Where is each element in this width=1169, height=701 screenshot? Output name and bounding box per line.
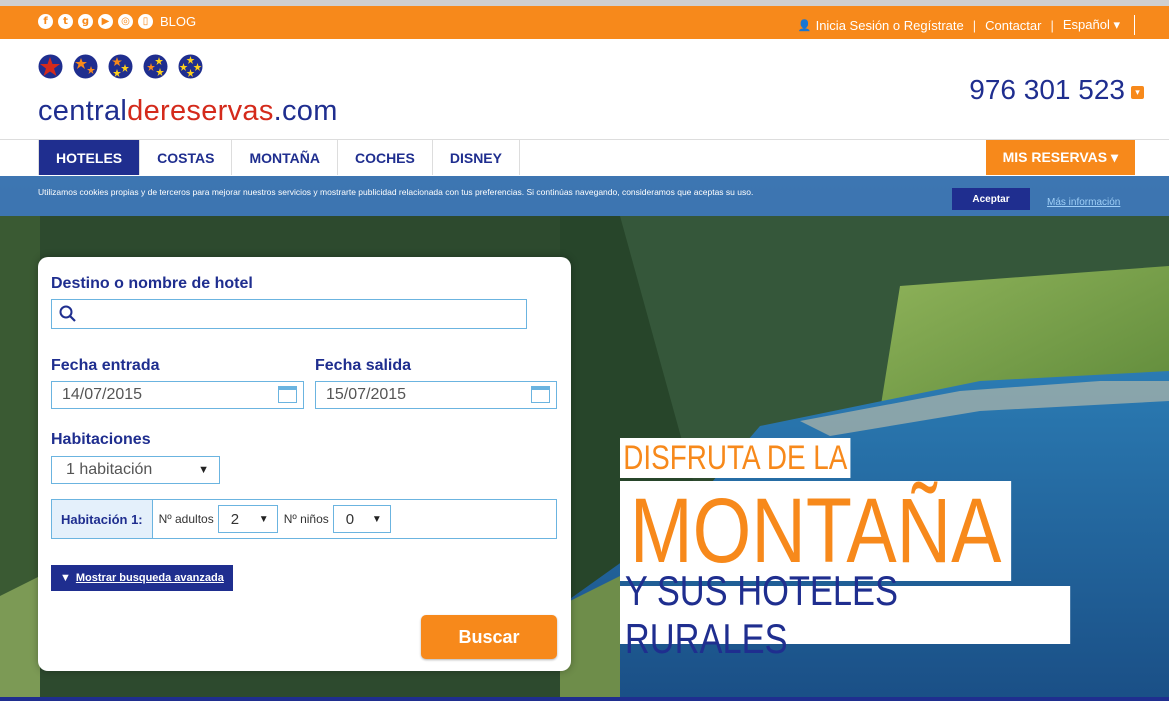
caret-down-icon: ▼ bbox=[60, 572, 71, 584]
search-panel: Destino o nombre de hotel Fecha entrada … bbox=[38, 257, 571, 671]
phone-number[interactable]: 976 301 523 ▾ bbox=[969, 74, 1144, 106]
nav-item-hoteles[interactable]: HOTELES bbox=[39, 140, 141, 175]
cookie-banner: Utilizamos cookies propias y de terceros… bbox=[0, 176, 1169, 216]
advanced-search-toggle[interactable]: ▼ Mostrar busqueda avanzada bbox=[51, 565, 233, 591]
blog-link[interactable]: BLOG bbox=[160, 14, 196, 29]
instagram-icon[interactable]: ◎ bbox=[118, 14, 133, 29]
logo-text-2: dereservas bbox=[127, 95, 274, 127]
room-1-label: Habitación 1: bbox=[52, 500, 153, 538]
children-select[interactable]: 0 ▼ bbox=[332, 505, 391, 533]
adults-label: Nº adultos bbox=[158, 512, 214, 526]
star-ball-icon bbox=[108, 54, 133, 79]
cookie-text: Utilizamos cookies propias y de terceros… bbox=[38, 187, 754, 197]
more-info-link[interactable]: Más información bbox=[1047, 197, 1120, 208]
children-value: 0 bbox=[345, 510, 355, 528]
twitter-icon[interactable]: t bbox=[58, 14, 73, 29]
facebook-icon[interactable]: f bbox=[38, 14, 53, 29]
divider: | bbox=[1050, 17, 1054, 33]
star-ball-icon bbox=[178, 54, 203, 79]
rooms-label: Habitaciones bbox=[51, 431, 151, 448]
divider bbox=[1134, 15, 1135, 35]
promo-line-1: DISFRUTA DE LA bbox=[620, 438, 851, 478]
logo-text-3: .com bbox=[273, 95, 338, 127]
checkout-label: Fecha salida bbox=[315, 357, 412, 374]
star-ball-icon bbox=[73, 54, 98, 79]
page: f t g ▶ ◎ ▯ BLOG 👤 Inicia Sesión o Regís… bbox=[0, 0, 1169, 701]
calendar-icon[interactable] bbox=[278, 386, 297, 403]
logo-stars bbox=[38, 54, 203, 79]
search-button[interactable]: Buscar bbox=[421, 615, 557, 659]
nav-item-coches[interactable]: COCHES bbox=[337, 140, 433, 175]
children-label: Nº niños bbox=[283, 512, 329, 526]
star-ball-icon bbox=[143, 54, 168, 79]
language-dropdown[interactable]: Español ▾ bbox=[1063, 17, 1120, 33]
search-icon bbox=[59, 305, 76, 322]
login-link[interactable]: Inicia Sesión o Regístrate bbox=[816, 18, 964, 33]
star-ball-icon bbox=[38, 54, 63, 79]
destination-input[interactable] bbox=[51, 299, 527, 329]
my-bookings-button[interactable]: MIS RESERVAS ▾ bbox=[985, 140, 1135, 175]
checkin-value: 14/07/2015 bbox=[62, 386, 143, 403]
rooms-value: 1 habitación bbox=[66, 461, 153, 478]
chevron-down-icon: ▼ bbox=[198, 464, 209, 476]
checkin-input[interactable]: 14/07/2015 bbox=[51, 381, 304, 409]
rooms-select[interactable]: 1 habitación ▼ bbox=[51, 456, 220, 484]
calendar-icon[interactable] bbox=[531, 386, 550, 403]
chevron-down-icon[interactable]: ▾ bbox=[1131, 86, 1144, 99]
contact-link[interactable]: Contactar bbox=[985, 18, 1041, 33]
main-nav: HOTELES COSTAS MONTAÑA COCHES DISNEY bbox=[38, 140, 520, 175]
nav-item-costas[interactable]: COSTAS bbox=[140, 140, 233, 175]
promo-line-2: MONTAÑA bbox=[620, 481, 1012, 581]
room-1-row: Habitación 1: Nº adultos 2 ▼ Nº niños 0 … bbox=[51, 499, 557, 539]
advanced-search-label: Mostrar busqueda avanzada bbox=[75, 572, 224, 584]
checkout-input[interactable]: 15/07/2015 bbox=[315, 381, 557, 409]
chevron-down-icon: ▼ bbox=[371, 513, 382, 525]
destination-label: Destino o nombre de hotel bbox=[51, 275, 253, 292]
nav-item-disney[interactable]: DISNEY bbox=[432, 140, 520, 175]
google-plus-icon[interactable]: g bbox=[78, 14, 93, 29]
logo-text-1: central bbox=[38, 95, 128, 127]
top-links: 👤 Inicia Sesión o Regístrate | Contactar… bbox=[798, 15, 1135, 35]
site-logo[interactable]: centraldereservas.com bbox=[38, 95, 338, 128]
adults-value: 2 bbox=[230, 510, 240, 528]
phone-text: 976 301 523 bbox=[969, 74, 1125, 105]
checkin-label: Fecha entrada bbox=[51, 357, 160, 374]
adults-select[interactable]: 2 ▼ bbox=[217, 505, 278, 533]
accept-cookies-button[interactable]: Aceptar bbox=[952, 188, 1030, 210]
phone-app-icon[interactable]: ▯ bbox=[138, 14, 153, 29]
nav-item-montana[interactable]: MONTAÑA bbox=[232, 140, 338, 175]
user-icon: 👤 bbox=[797, 19, 812, 32]
divider bbox=[0, 697, 1169, 701]
social-links: f t g ▶ ◎ ▯ BLOG bbox=[38, 14, 196, 29]
checkout-value: 15/07/2015 bbox=[326, 386, 407, 403]
promo-line-3: Y SUS HOTELES RURALES bbox=[620, 567, 1071, 662]
youtube-icon[interactable]: ▶ bbox=[98, 14, 113, 29]
divider: | bbox=[972, 17, 977, 33]
chevron-down-icon: ▼ bbox=[258, 513, 269, 525]
